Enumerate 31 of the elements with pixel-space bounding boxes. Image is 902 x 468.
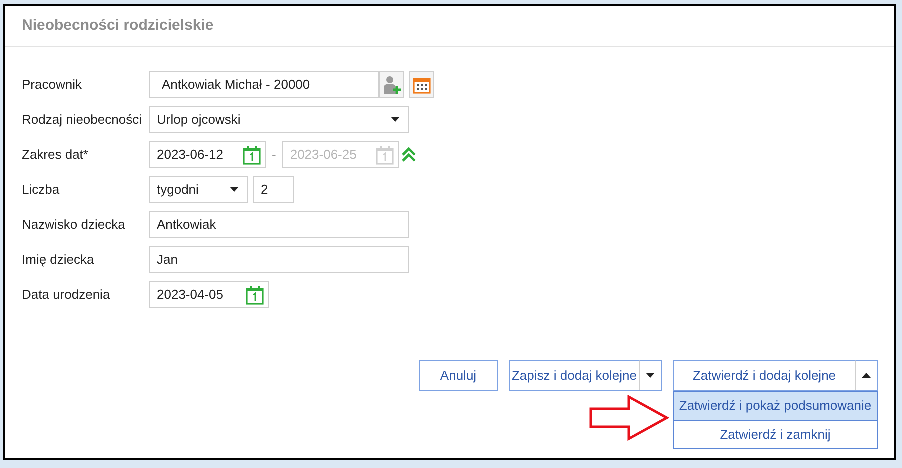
field-label: Pracownik <box>22 76 83 94</box>
calendar-icon[interactable] <box>409 71 434 98</box>
field-label: Rodzaj nieobecności <box>22 110 143 129</box>
field-label: Zakres dat* <box>22 146 90 164</box>
date-field: 2023-06-25 <box>282 141 400 168</box>
add-person-icon[interactable] <box>379 71 404 98</box>
select-field[interactable]: Urlop ojcowski <box>149 106 409 133</box>
collapse-chevron-icon[interactable] <box>402 146 416 162</box>
field-label: Liczba <box>22 180 61 199</box>
date-field[interactable]: 2023-06-12 <box>149 141 266 168</box>
caret-icon <box>646 373 655 378</box>
field-label: Data urodzenia <box>22 286 112 304</box>
date-separator: - <box>272 146 276 164</box>
caret-icon <box>862 373 871 378</box>
text-field[interactable]: Jan <box>149 246 409 273</box>
text-field[interactable]: Antkowiak <box>149 211 409 238</box>
menu-item[interactable]: Zatwierdź i pokaż podsumowanie <box>674 392 877 420</box>
dropdown-toggle-button[interactable] <box>855 360 878 391</box>
field-label: Imię dziecka <box>22 250 96 269</box>
number-field[interactable]: 2 <box>253 176 294 203</box>
split-button[interactable]: Zatwierdź i dodaj kolejne <box>673 360 855 391</box>
employee-field[interactable]: Antkowiak Michał - 20000 <box>149 71 379 98</box>
cancel-button[interactable]: Anuluj <box>419 360 498 391</box>
dialog-title: Nieobecności rodzicielskie <box>22 16 214 36</box>
select-field[interactable]: tygodni <box>149 176 248 203</box>
split-button[interactable]: Zapisz i dodaj kolejne <box>509 360 639 391</box>
date-field[interactable]: 2023-04-05 <box>149 281 269 308</box>
dropdown-caret-icon <box>391 117 400 122</box>
dropdown-caret-icon <box>230 187 239 192</box>
field-label: Nazwisko dziecka <box>22 216 126 234</box>
dropdown-toggle-button[interactable] <box>639 360 662 391</box>
